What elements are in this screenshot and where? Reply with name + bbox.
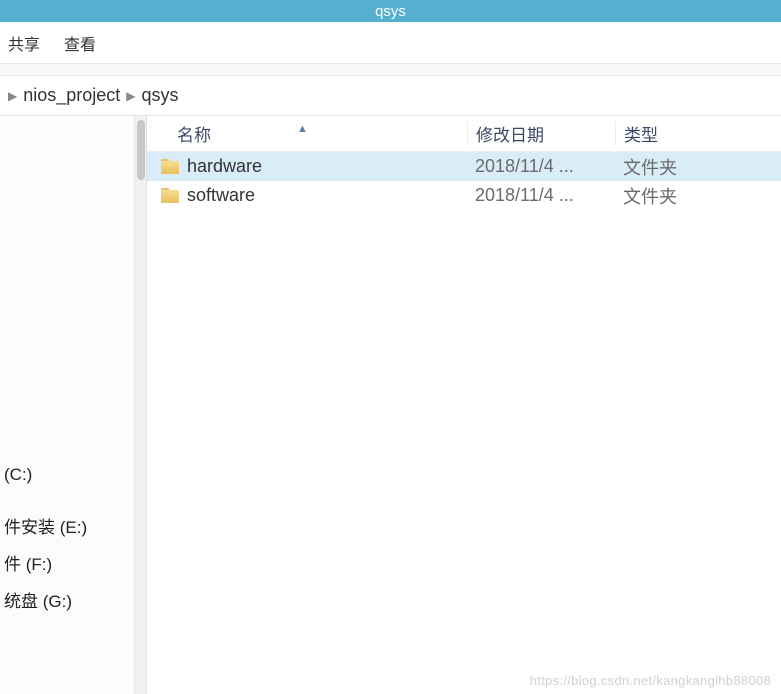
sidebar-item[interactable] xyxy=(2,124,132,136)
column-header-name[interactable]: 名称 ▲ xyxy=(147,121,467,146)
cell-date: 2018/11/4 ... xyxy=(467,156,615,177)
splitter[interactable] xyxy=(135,116,147,694)
sidebar-drive-e[interactable]: 件安装 (E:) xyxy=(2,507,132,544)
main-area: (C:) 件安装 (E:) 件 (F:) 统盘 (G:) 名称 ▲ 修改日期 类… xyxy=(0,116,781,694)
cell-type: 文件夹 xyxy=(615,154,781,180)
column-headers: 名称 ▲ 修改日期 类型 xyxy=(147,116,781,152)
cell-name: hardware xyxy=(147,156,467,177)
window-titlebar: qsys xyxy=(0,0,781,22)
column-header-date[interactable]: 修改日期 xyxy=(467,121,615,146)
sidebar-drive-f[interactable]: 件 (F:) xyxy=(2,544,132,581)
table-row[interactable]: software 2018/11/4 ...文件夹 xyxy=(147,181,781,210)
cell-name: software xyxy=(147,185,467,206)
breadcrumb-part[interactable]: qsys xyxy=(142,85,179,106)
tab-share[interactable]: 共享 xyxy=(8,31,40,55)
sidebar-top-spacer xyxy=(2,124,132,459)
cell-type: 文件夹 xyxy=(615,183,781,209)
folder-icon xyxy=(161,188,179,203)
ribbon-divider xyxy=(0,64,781,76)
cell-date: 2018/11/4 ... xyxy=(467,185,615,206)
file-name: software xyxy=(187,185,255,206)
sort-ascending-icon: ▲ xyxy=(297,123,308,135)
table-row[interactable]: hardware 2018/11/4 ...文件夹 xyxy=(147,152,781,181)
chevron-right-icon[interactable]: ▶ xyxy=(126,89,135,103)
file-rows: hardware 2018/11/4 ...文件夹 software 2018/11/… xyxy=(147,152,781,210)
scrollbar-thumb[interactable] xyxy=(137,120,145,180)
sidebar-drive-c[interactable]: (C:) xyxy=(2,459,132,491)
column-header-type[interactable]: 类型 xyxy=(615,121,781,146)
tab-view[interactable]: 查看 xyxy=(64,31,96,55)
chevron-right-icon[interactable]: ▶ xyxy=(8,89,17,103)
file-list: 名称 ▲ 修改日期 类型 hardware2018/11/4 ...文件夹sof… xyxy=(147,116,781,694)
nav-sidebar[interactable]: (C:) 件安装 (E:) 件 (F:) 统盘 (G:) xyxy=(0,116,135,694)
watermark: https://blog.csdn.net/kangkanglhb88008 xyxy=(530,673,771,688)
ribbon-tabs: 共享 查看 xyxy=(0,22,781,64)
window-title: qsys xyxy=(375,3,406,20)
folder-icon xyxy=(161,159,179,174)
sidebar-drive-g[interactable]: 统盘 (G:) xyxy=(2,581,132,618)
breadcrumb[interactable]: ▶ nios_project ▶ qsys xyxy=(0,76,781,116)
file-name: hardware xyxy=(187,156,262,177)
breadcrumb-part[interactable]: nios_project xyxy=(23,85,120,106)
